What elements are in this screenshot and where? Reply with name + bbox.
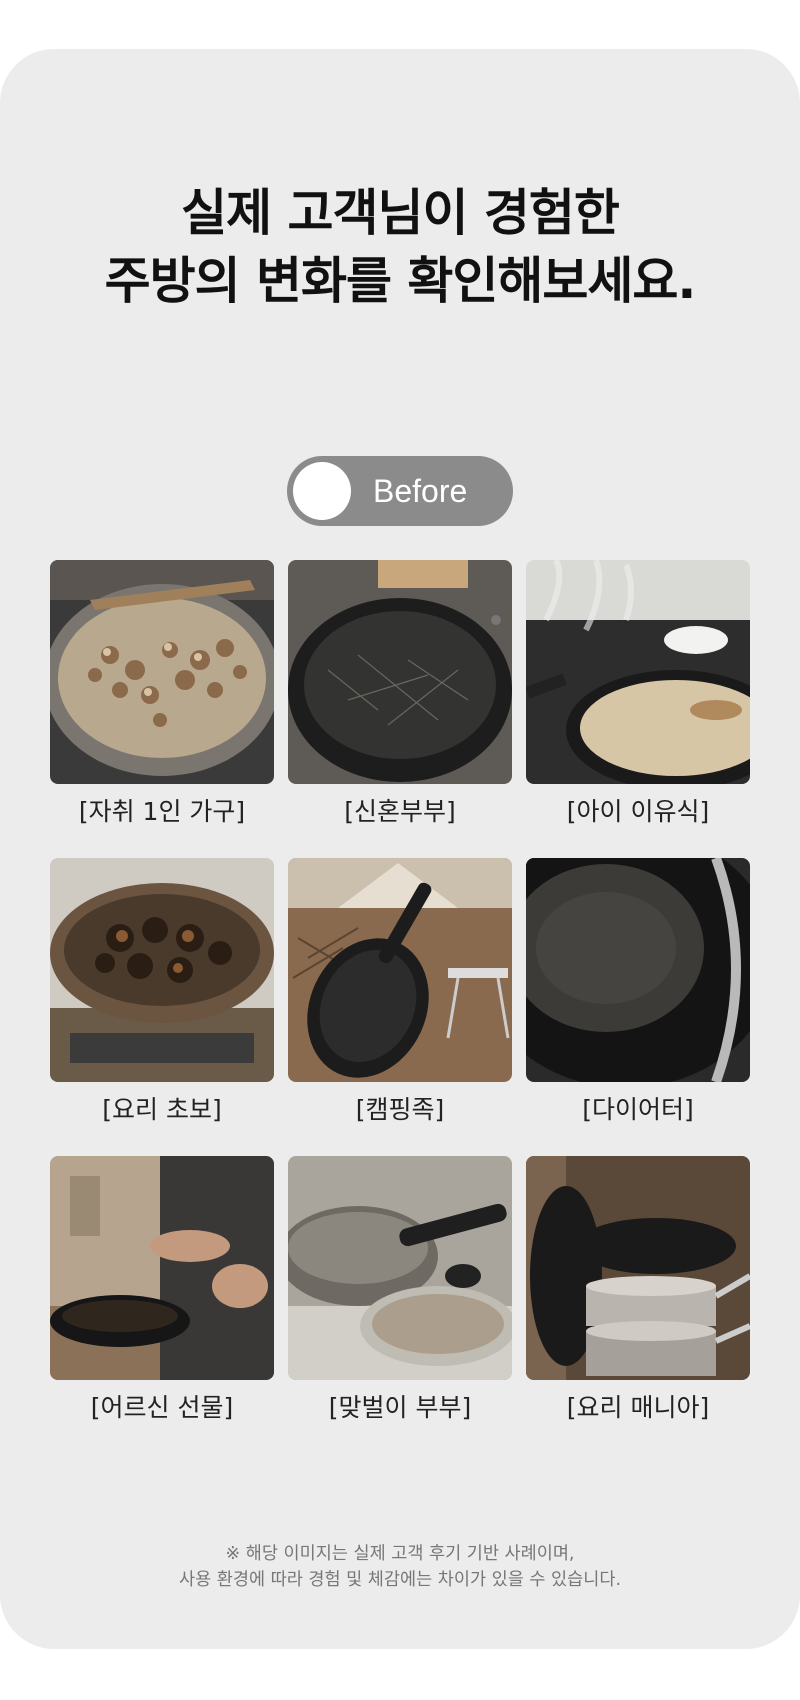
case-card-newlyweds[interactable]: [신혼부부] <box>288 560 512 850</box>
case-caption: [요리 초보] <box>102 1095 222 1124</box>
case-photo-cooking-enthusiast <box>526 1156 750 1380</box>
disclaimer: ※ 해당 이미지는 실제 고객 후기 기반 사례이며, 사용 환경에 따라 경험… <box>0 1541 800 1593</box>
case-caption: [자취 1인 가구] <box>78 797 246 826</box>
case-photo-camping <box>288 858 512 1082</box>
case-photo-baby-food <box>526 560 750 784</box>
case-caption: [맞벌이 부부] <box>328 1393 472 1422</box>
case-photo-single-household <box>50 560 274 784</box>
case-card-elder-gift[interactable]: [어르신 선물] <box>50 1156 274 1446</box>
page-title: 실제 고객님이 경험한 주방의 변화를 확인해보세요. <box>0 179 800 315</box>
case-card-dual-income[interactable]: [맞벌이 부부] <box>288 1156 512 1446</box>
case-card-single-household[interactable]: [자취 1인 가구] <box>50 560 274 850</box>
case-card-cooking-beginner[interactable]: [요리 초보] <box>50 858 274 1148</box>
before-after-toggle[interactable]: Before <box>287 456 513 526</box>
disclaimer-line-1: ※ 해당 이미지는 실제 고객 후기 기반 사례이며, <box>225 1544 575 1564</box>
case-caption: [아이 이유식] <box>566 797 710 826</box>
case-caption: [어르신 선물] <box>90 1393 234 1422</box>
disclaimer-line-2: 사용 환경에 따라 경험 및 체감에는 차이가 있을 수 있습니다. <box>178 1570 622 1590</box>
title-line-2: 주방의 변화를 확인해보세요. <box>104 252 697 310</box>
title-line-1: 실제 고객님이 경험한 <box>181 184 620 242</box>
case-card-dieter[interactable]: [다이어터] <box>526 858 750 1148</box>
case-card-baby-food[interactable]: [아이 이유식] <box>526 560 750 850</box>
case-caption: [캠핑족] <box>355 1095 445 1124</box>
case-photo-elder-gift <box>50 1156 274 1380</box>
case-caption: [다이어터] <box>582 1095 694 1124</box>
case-card-camping[interactable]: [캠핑족] <box>288 858 512 1148</box>
case-photo-dieter <box>526 858 750 1082</box>
toggle-label: Before <box>373 473 468 509</box>
case-card-cooking-enthusiast[interactable]: [요리 매니아] <box>526 1156 750 1446</box>
case-photo-cooking-beginner <box>50 858 274 1082</box>
toggle-knob[interactable] <box>293 462 351 520</box>
case-photo-newlyweds <box>288 560 512 784</box>
case-photo-dual-income <box>288 1156 512 1380</box>
case-caption: [요리 매니아] <box>566 1393 710 1422</box>
case-caption: [신혼부부] <box>344 797 456 826</box>
